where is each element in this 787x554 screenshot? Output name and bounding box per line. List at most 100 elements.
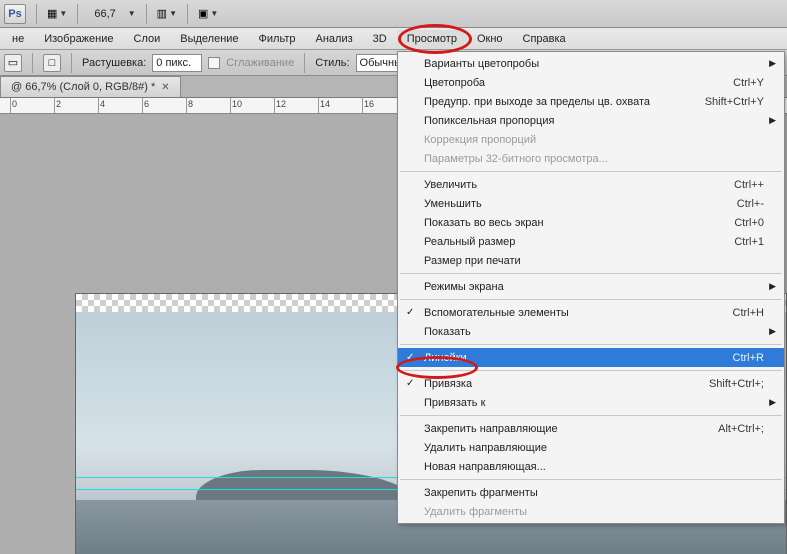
arrange-button[interactable]: ▥▼: [157, 7, 177, 20]
menu-item[interactable]: Показать▶: [398, 322, 784, 341]
separator: [187, 4, 188, 24]
submenu-arrow-icon: ▶: [769, 115, 776, 126]
app-toolbar: Ps ▦▼ 66,7▼ ▥▼ ▣▼: [0, 0, 787, 28]
menu-окно[interactable]: Окно: [467, 30, 513, 48]
menu-item[interactable]: Варианты цветопробы▶: [398, 54, 784, 73]
menu-item-label: Вспомогательные элементы: [424, 307, 733, 319]
menu-item: Удалить фрагменты: [398, 502, 784, 521]
arrange-icon: ▥: [157, 7, 167, 20]
ruler-tick-label: 14: [320, 99, 330, 109]
separator: [71, 53, 72, 73]
menu-item-label: Показать во весь экран: [424, 217, 734, 229]
menu-анализ[interactable]: Анализ: [306, 30, 363, 48]
menu-item[interactable]: Попиксельная пропорция▶: [398, 111, 784, 130]
menu-item[interactable]: Размер при печати: [398, 251, 784, 270]
menu-item-shortcut: Ctrl+0: [734, 217, 764, 229]
ruler-tick: [274, 98, 275, 114]
menu-separator: [400, 370, 782, 371]
menu-item[interactable]: Режимы экрана ▶: [398, 277, 784, 296]
menu-item[interactable]: УменьшитьCtrl+-: [398, 194, 784, 213]
menu-item-shortcut: Alt+Ctrl+;: [718, 423, 764, 435]
ruler-tick: [10, 98, 11, 114]
menu-separator: [400, 479, 782, 480]
menu-item-shortcut: Shift+Ctrl+Y: [705, 96, 764, 108]
chevron-down-icon: ▼: [59, 9, 67, 18]
menu-выделение[interactable]: Выделение: [170, 30, 248, 48]
menu-separator: [400, 415, 782, 416]
menu-separator: [400, 299, 782, 300]
menu-просмотр[interactable]: Просмотр: [397, 30, 467, 48]
menu-item: Коррекция пропорций: [398, 130, 784, 149]
menu-item[interactable]: Удалить направляющие: [398, 438, 784, 457]
check-icon: ✓: [406, 352, 414, 363]
menu-item[interactable]: ✓Вспомогательные элементыCtrl+H: [398, 303, 784, 322]
menu-separator: [400, 344, 782, 345]
menu-item-shortcut: Ctrl+H: [733, 307, 764, 319]
ruler-tick-label: 6: [144, 99, 149, 109]
antialias-label: Сглаживание: [226, 57, 294, 69]
menu-item-shortcut: Ctrl+1: [734, 236, 764, 248]
menu-item-label: Режимы экрана: [424, 281, 764, 293]
menu-item[interactable]: ЦветопробаCtrl+Y: [398, 73, 784, 92]
menu-item[interactable]: Закрепить фрагменты: [398, 483, 784, 502]
menu-слои[interactable]: Слои: [124, 30, 171, 48]
chevron-down-icon: ▼: [210, 9, 218, 18]
menu-item-shortcut: Ctrl+R: [733, 352, 764, 364]
separator: [32, 53, 33, 73]
menu-separator: [400, 273, 782, 274]
menu-item-shortcut: Ctrl+Y: [733, 77, 764, 89]
menu-item-label: Привязать к: [424, 397, 764, 409]
menu-item[interactable]: Закрепить направляющиеAlt+Ctrl+;: [398, 419, 784, 438]
menu-item[interactable]: ✓ПривязкаShift+Ctrl+;: [398, 374, 784, 393]
ruler-tick-label: 16: [364, 99, 374, 109]
submenu-arrow-icon: ▶: [769, 58, 776, 69]
menu-item-shortcut: Shift+Ctrl+;: [709, 378, 764, 390]
menu-item-label: Коррекция пропорций: [424, 134, 764, 146]
ruler-tick: [318, 98, 319, 114]
menu-item[interactable]: Показать во весь экранCtrl+0: [398, 213, 784, 232]
menu-item-label: Предупр. при выходе за пределы цв. охват…: [424, 96, 705, 108]
ps-logo-icon: Ps: [8, 8, 21, 20]
menu-item-label: Увеличить: [424, 179, 734, 191]
tool-preset-icon[interactable]: ▭: [4, 54, 22, 72]
menu-справка[interactable]: Справка: [513, 30, 576, 48]
menu-item-label: Линейки: [424, 352, 733, 364]
menu-item[interactable]: Новая направляющая...: [398, 457, 784, 476]
ruler-tick-label: 0: [12, 99, 17, 109]
menu-фильтр[interactable]: Фильтр: [249, 30, 306, 48]
menu-item-label: Закрепить фрагменты: [424, 487, 764, 499]
bridge-icon: ▦: [47, 7, 57, 20]
menu-item-label: Параметры 32-битного просмотра...: [424, 153, 764, 165]
ps-logo-button[interactable]: Ps: [4, 4, 26, 24]
menu-item[interactable]: ✓ ЛинейкиCtrl+R: [398, 348, 784, 367]
menu-изображение[interactable]: Изображение: [34, 30, 123, 48]
menu-item[interactable]: Привязать к▶: [398, 393, 784, 412]
selection-mode-icon[interactable]: □: [43, 54, 61, 72]
feather-input[interactable]: [152, 54, 202, 72]
document-tab[interactable]: @ 66,7% (Слой 0, RGB/8#) * ✕: [0, 76, 181, 97]
feather-label: Растушевка:: [82, 57, 146, 69]
ruler-tick-label: 8: [188, 99, 193, 109]
menu-item-label: Удалить фрагменты: [424, 506, 764, 518]
menu-item-shortcut: Ctrl++: [734, 179, 764, 191]
close-icon[interactable]: ✕: [161, 82, 169, 93]
submenu-arrow-icon: ▶: [769, 281, 776, 292]
bridge-button[interactable]: ▦▼: [47, 7, 67, 20]
menu-item[interactable]: УвеличитьCtrl++: [398, 175, 784, 194]
menu-item-label: Реальный размер: [424, 236, 734, 248]
menu-item-label: Цветопроба: [424, 77, 733, 89]
zoom-level[interactable]: 66,7: [88, 8, 121, 20]
menu-item: Параметры 32-битного просмотра...: [398, 149, 784, 168]
screenmode-button[interactable]: ▣▼: [198, 7, 218, 20]
menu-item-shortcut: Ctrl+-: [737, 198, 764, 210]
submenu-arrow-icon: ▶: [769, 326, 776, 337]
screenmode-icon: ▣: [198, 7, 208, 20]
separator: [77, 4, 78, 24]
ruler-tick-label: 10: [232, 99, 242, 109]
menu-item[interactable]: Реальный размерCtrl+1: [398, 232, 784, 251]
ruler-tick: [362, 98, 363, 114]
menu-не[interactable]: не: [2, 30, 34, 48]
menu-3d[interactable]: 3D: [363, 30, 397, 48]
menu-item[interactable]: Предупр. при выходе за пределы цв. охват…: [398, 92, 784, 111]
menu-separator: [400, 171, 782, 172]
